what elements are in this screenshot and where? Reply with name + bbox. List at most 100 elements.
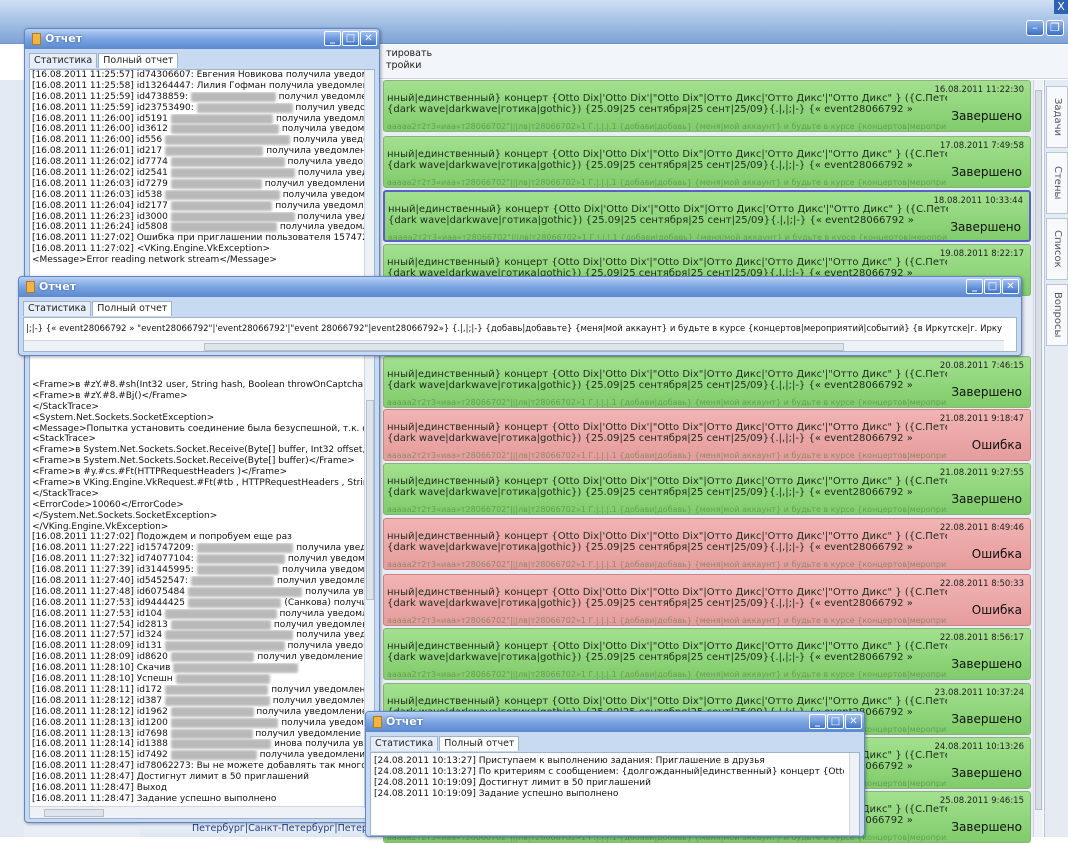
menu-line-2[interactable]: тройки [386, 60, 1062, 72]
task-card[interactable]: 21.08.2011 9:27:55 нный|единственный} кон… [383, 463, 1031, 515]
redacted-name: 3828: Римма Аксенова [170, 222, 278, 233]
task-card[interactable]: 22.08.2011 8:56:17 нный|единственный} кон… [383, 628, 1031, 680]
tab-full-report[interactable]: Полный отчет [92, 301, 173, 316]
report-3-vscroll[interactable] [849, 753, 859, 835]
report-window-1-titlebar[interactable]: Отчет _ □ ✕ [25, 29, 379, 49]
report-2-log[interactable]: |;|-} {« event28066792 » "event28066792"… [23, 317, 1017, 352]
log-text: [16.08.2011 11:27:02] <VKing.Engine.VkEx… [32, 244, 270, 255]
report-3-minimize-button[interactable]: _ [809, 714, 826, 729]
report-1-maximize-button[interactable]: □ [342, 31, 359, 46]
task-description-line: нный|единственный} концерт {Otto Dix|'Ot… [387, 257, 947, 268]
log-text: [16.08.2011 11:26:01] id217 [32, 146, 163, 157]
redacted-name: 7 Кристина Зюрзикова [170, 124, 279, 135]
report-1-close-button[interactable]: ✕ [360, 31, 377, 46]
task-list-scrollbar[interactable] [1033, 80, 1043, 837]
task-card[interactable]: 17.08.2011 7:49:58 нный|единственный} кон… [383, 136, 1031, 188]
report-2-hscroll[interactable] [24, 340, 1004, 351]
log-text: получил уведомление и пс [257, 652, 364, 663]
redacted-name: Анастасия Колесова [196, 543, 294, 554]
log-text: получила уведомление [287, 157, 364, 168]
redacted-name: Ирина Васильева [196, 565, 280, 576]
task-card[interactable]: 21.08.2011 9:18:47 нный|единственный} кон… [383, 409, 1031, 461]
tab-full-report[interactable]: Полный отчет [439, 736, 520, 751]
task-description-line: нный|единственный} концерт {Otto Dix|'Ot… [387, 531, 947, 542]
log-text: [16.08.2011 11:25:59] id4738859: [32, 91, 189, 102]
log-line: </System.Net.Sockets.SocketException> [32, 511, 364, 522]
task-description-line: нный|единственный} концерт {Otto Dix|'Ot… [387, 587, 947, 598]
log-text: получила уведомлени [293, 135, 364, 146]
report-3-log[interactable]: [24.08.2011 10:13:27] Приступаем к выпол… [370, 752, 860, 836]
report-2-text: |;|-} {« event28066792 » "event28066792"… [26, 324, 1002, 334]
log-line: [16.08.2011 11:27:57] id324 35129 Екатер… [32, 630, 364, 641]
scrollbar-thumb[interactable] [1035, 90, 1042, 810]
menu-line-1[interactable]: тировать [386, 48, 1062, 60]
report-window-3-titlebar[interactable]: Отчет _ □ ✕ [366, 712, 864, 732]
report-2-close-button[interactable]: ✕ [1002, 279, 1019, 294]
log-text: <Frame>в VKing.Engine.VkRequest.#Ft(#tb … [32, 478, 364, 489]
main-restore-button[interactable]: ❐ [1046, 20, 1064, 36]
log-text: инова получила уведомл [274, 739, 364, 750]
report-1-vscroll-thumb[interactable] [366, 400, 374, 600]
redacted-name: 10010 Регина Кутузд [170, 739, 272, 750]
side-tab-questions[interactable]: Вопросы [1046, 284, 1068, 346]
log-text: <System.Net.Sockets.SocketException> [32, 412, 215, 423]
log-line: [16.08.2011 11:28:09] id8620 8934 Taller… [32, 652, 364, 663]
report-2-hscroll-thumb[interactable] [204, 343, 844, 351]
side-tab-tasks[interactable]: Задачи [1046, 86, 1068, 148]
task-description-line: {dark wave|darkwave|готика|gothic}) {25.… [387, 380, 913, 391]
report-1-log[interactable]: [16.08.2011 11:25:57] id74306607: Евгени… [29, 69, 375, 819]
log-text: получил уведомление и п [272, 695, 364, 706]
task-status: Ошибка [971, 603, 1022, 617]
log-line: [16.08.2011 11:27:53] id104 1381385 Галя… [32, 608, 364, 620]
report-1-minimize-button[interactable]: _ [324, 31, 341, 46]
main-minimize-button[interactable]: – [1026, 20, 1044, 36]
task-card[interactable]: 22.08.2011 8:49:46 нный|единственный} кон… [383, 518, 1031, 570]
task-status: Завершено [951, 657, 1022, 671]
log-text: получила уведомле [296, 630, 364, 641]
task-description-line: нный|единственный} концерт {Otto Dix|'Ot… [387, 93, 947, 104]
tab-statistics[interactable]: Статистика [23, 301, 92, 316]
log-line: [24.08.2011 10:19:09] Достигнут лимит в … [374, 777, 651, 788]
report-2-minimize-button[interactable]: _ [966, 279, 983, 294]
log-text: [16.08.2011 11:28:47] id78062273: Вы не … [32, 761, 364, 772]
side-tab-list[interactable]: Список [1046, 218, 1068, 280]
log-line: [16.08.2011 11:28:12] id1962 5980 Юлия З… [32, 706, 364, 718]
report-1-hscroll-thumb[interactable] [44, 809, 104, 817]
side-tab-walls[interactable]: Стены [1046, 152, 1068, 214]
log-line: [16.08.2011 11:25:57] id74306607: Евгени… [32, 70, 364, 81]
task-date: 16.08.2011 11:22:30 [934, 85, 1024, 95]
log-line: [16.08.2011 11:27:39] id31445995: Ирина … [32, 565, 364, 576]
task-description-overflow: ааааа2т2т3«иаа»т28066702"|||лв|т28066702… [387, 670, 947, 679]
task-description: нный|единственный} концерт {Otto Dix|'Ot… [388, 204, 948, 226]
tab-full-report[interactable]: Полный отчет [98, 53, 179, 68]
report-3-maximize-button[interactable]: □ [827, 714, 844, 729]
tab-statistics[interactable]: Статистика [370, 736, 439, 751]
log-line: [16.08.2011 11:26:04] id2177 7612 Дарья … [32, 200, 364, 212]
task-card[interactable]: 18.08.2011 10:33:44 нный|единственный} ко… [383, 190, 1031, 242]
redacted-name: 9466 Ирина Сурбина [164, 146, 264, 157]
log-text: [16.08.2011 11:27:40] id5452547: [32, 576, 189, 587]
task-card[interactable]: 16.08.2011 11:22:30 нный|единственный} ко… [383, 80, 1031, 132]
log-text: получил уведомление и [271, 684, 364, 695]
task-description-overflow: ааааа2т2т3«иаа»т28066702"|||лв|т28066702… [387, 505, 947, 514]
task-description-line: нный|единственный} концерт {Otto Dix|'Ot… [387, 696, 947, 707]
log-line: [24.08.2011 10:13:27] Приступаем к выпол… [374, 756, 765, 766]
task-date: 20.08.2011 7:46:15 [939, 361, 1024, 371]
tab-statistics[interactable]: Статистика [29, 53, 98, 68]
task-date: 23.08.2011 10:37:24 [934, 688, 1024, 698]
task-card[interactable]: 22.08.2011 8:50:33 нный|единственный} кон… [383, 574, 1031, 626]
main-close-icon[interactable]: X [1054, 0, 1068, 14]
report-2-maximize-button[interactable]: □ [984, 279, 1001, 294]
redacted-name: 8934 Tallerat Point [170, 652, 255, 663]
log-text: [16.08.2011 11:26:04] id2177 [32, 200, 168, 211]
task-card[interactable]: 20.08.2011 7:46:15 нный|единственный} кон… [383, 356, 1031, 408]
log-line: <System.Net.Sockets.SocketException> [32, 413, 364, 424]
report-3-close-button[interactable]: ✕ [845, 714, 862, 729]
task-description: нный|единственный} концерт {Otto Dix|'Ot… [387, 531, 947, 553]
log-line: [16.08.2011 11:26:00] id3612 7 Кристина … [32, 124, 364, 135]
log-text: <Frame>в System.Net.Sockets.Socket.Recei… [32, 456, 355, 467]
report-1-vscroll[interactable] [364, 70, 374, 808]
report-1-hscroll[interactable] [30, 806, 364, 818]
report-window-2-titlebar[interactable]: Отчет _ □ ✕ [19, 277, 1021, 297]
log-text: получил уведомление и [277, 576, 364, 587]
